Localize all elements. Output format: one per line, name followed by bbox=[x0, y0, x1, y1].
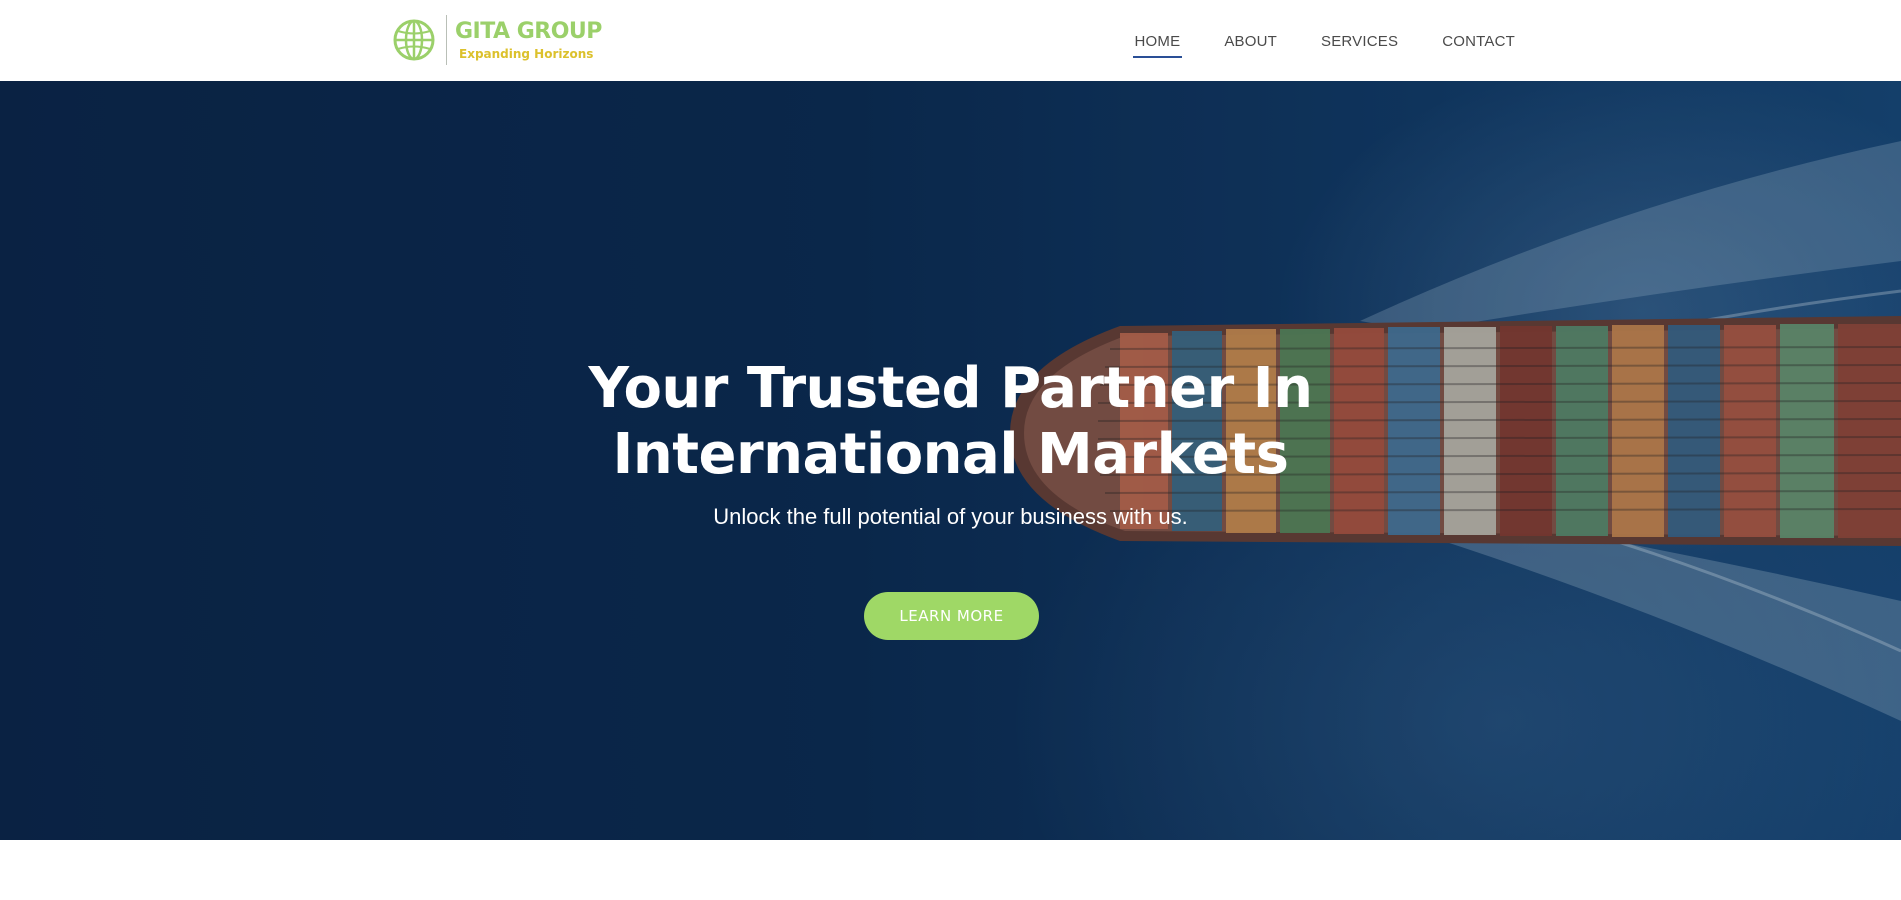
hero-section: Your Trusted Partner In International Ma… bbox=[0, 81, 1901, 840]
hero-title-line-1: Your Trusted Partner In bbox=[588, 356, 1313, 421]
logo-divider bbox=[446, 15, 447, 65]
learn-more-button[interactable]: LEARN MORE bbox=[864, 592, 1039, 640]
nav-home[interactable]: HOME bbox=[1132, 33, 1183, 58]
brand-tagline: Expanding Horizons bbox=[459, 46, 594, 61]
nav-contact[interactable]: CONTACT bbox=[1442, 33, 1515, 50]
brand-name: GITA GROUP bbox=[455, 18, 602, 44]
globe-icon bbox=[393, 19, 435, 61]
site-header: GITA GROUP Expanding Horizons HOME ABOUT… bbox=[0, 0, 1901, 81]
hero-title: Your Trusted Partner In International Ma… bbox=[0, 356, 1901, 488]
brand-logo[interactable]: GITA GROUP Expanding Horizons bbox=[392, 14, 602, 66]
hero-content: Your Trusted Partner In International Ma… bbox=[0, 81, 1901, 840]
main-nav: HOME ABOUT SERVICES CONTACT bbox=[1132, 33, 1515, 58]
hero-subtitle: Unlock the full potential of your busine… bbox=[713, 504, 1188, 529]
nav-about[interactable]: ABOUT bbox=[1224, 33, 1277, 50]
nav-services[interactable]: SERVICES bbox=[1321, 33, 1398, 50]
hero-title-line-2: International Markets bbox=[612, 422, 1289, 487]
logo-text: GITA GROUP Expanding Horizons bbox=[455, 18, 602, 61]
